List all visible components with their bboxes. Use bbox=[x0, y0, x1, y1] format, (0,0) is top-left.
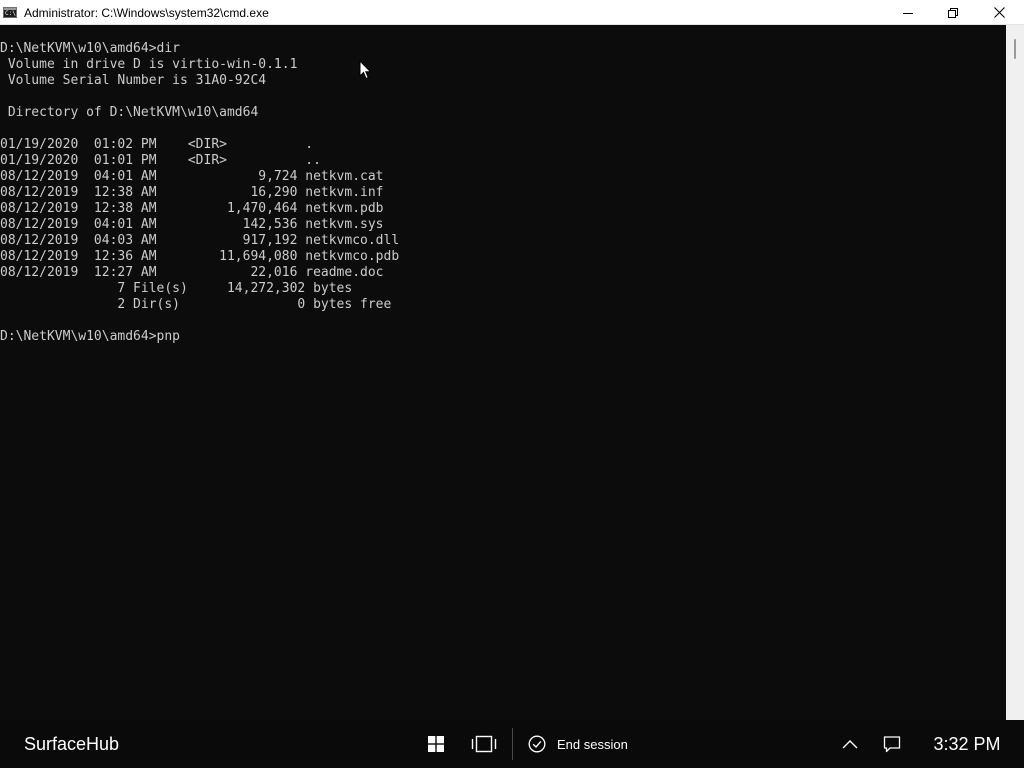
console-output[interactable]: D:\NetKVM\w10\amd64>dir Volume in drive … bbox=[0, 25, 1006, 720]
console-line: 08/12/2019 12:38 AM 16,290 netkvm.inf bbox=[0, 185, 384, 200]
chevron-up-icon bbox=[842, 740, 858, 749]
restore-icon bbox=[948, 7, 958, 18]
console-line: D:\NetKVM\w10\amd64>dir bbox=[0, 41, 181, 56]
console-line: 2 Dir(s) 0 bytes free bbox=[0, 297, 392, 312]
action-center-button[interactable] bbox=[876, 720, 908, 768]
check-circle-icon bbox=[528, 735, 546, 753]
title-bar[interactable]: C:\ Administrator: C:\Windows\system32\c… bbox=[0, 0, 1024, 25]
minimize-icon bbox=[903, 12, 913, 14]
notification-icon bbox=[883, 736, 901, 753]
close-button[interactable] bbox=[976, 0, 1022, 25]
windows-start-icon bbox=[428, 736, 444, 752]
taskbar: SurfaceHub End session 3:32 PM bbox=[0, 720, 1024, 768]
console-line: Directory of D:\NetKVM\w10\amd64 bbox=[0, 105, 259, 120]
mouse-cursor-icon bbox=[359, 60, 372, 80]
start-button[interactable] bbox=[420, 720, 452, 768]
console-line: 08/12/2019 04:01 AM 9,724 netkvm.cat bbox=[0, 169, 384, 184]
vertical-scrollbar[interactable] bbox=[1006, 25, 1024, 720]
device-name: SurfaceHub bbox=[24, 734, 120, 754]
minimize-button[interactable] bbox=[885, 0, 931, 25]
console-line: 01/19/2020 01:02 PM <DIR> . bbox=[0, 137, 314, 152]
window-title: Administrator: C:\Windows\system32\cmd.e… bbox=[24, 6, 269, 20]
scrollbar-thumb[interactable] bbox=[1014, 39, 1016, 59]
task-view-icon bbox=[471, 735, 497, 753]
end-session-label: End session bbox=[557, 736, 628, 752]
console-line: 08/12/2019 04:03 AM 917,192 netkvmco.dll bbox=[0, 233, 400, 248]
console-prompt-line[interactable]: D:\NetKVM\w10\amd64>pnp bbox=[0, 329, 180, 345]
console-line: 08/12/2019 12:27 AM 22,016 readme.doc bbox=[0, 265, 384, 280]
show-hidden-icons-button[interactable] bbox=[834, 720, 866, 768]
console-line: Volume in drive D is virtio-win-0.1.1 bbox=[0, 57, 298, 72]
taskbar-clock[interactable]: 3:32 PM bbox=[924, 720, 1010, 768]
console-line: 08/12/2019 04:01 AM 142,536 netkvm.sys bbox=[0, 217, 384, 232]
cmd-icon-label: C:\ bbox=[5, 10, 16, 17]
task-view-button[interactable] bbox=[468, 720, 500, 768]
restore-button[interactable] bbox=[930, 0, 976, 25]
console-line: Volume Serial Number is 31A0-92C4 bbox=[0, 73, 267, 88]
console-line: 08/12/2019 12:36 AM 11,694,080 netkvmco.… bbox=[0, 249, 400, 264]
close-icon bbox=[993, 7, 1005, 18]
end-session-button[interactable]: End session bbox=[528, 720, 628, 768]
console-line: 01/19/2020 01:01 PM <DIR> .. bbox=[0, 153, 321, 168]
taskbar-divider bbox=[512, 728, 513, 760]
console-line: 7 File(s) 14,272,302 bytes bbox=[0, 281, 353, 296]
cmd-icon: C:\ bbox=[3, 7, 17, 18]
console-line: 08/12/2019 12:38 AM 1,470,464 netkvm.pdb bbox=[0, 201, 384, 216]
